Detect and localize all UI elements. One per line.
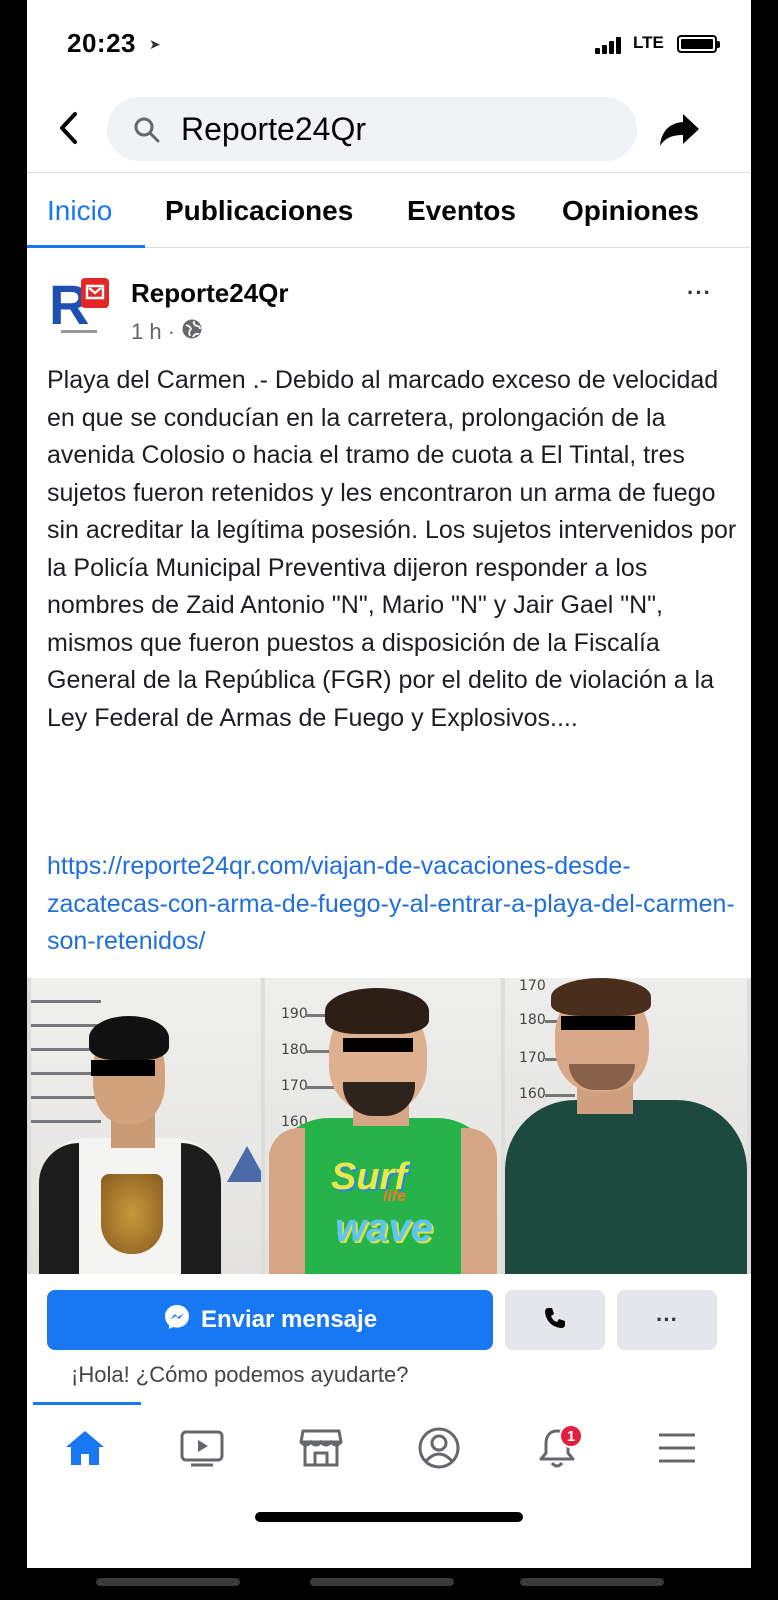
globe-icon [181, 318, 203, 346]
height-scale-label: 160 [519, 1086, 546, 1102]
height-scale-label: 190 [281, 1006, 308, 1022]
height-scale-label: 170 [519, 1050, 546, 1066]
tab-publicaciones[interactable]: Publicaciones [165, 195, 353, 227]
network-type: LTE [633, 33, 664, 52]
height-scale-label: 170 [519, 978, 546, 994]
call-button[interactable] [505, 1290, 605, 1350]
post-author[interactable]: Reporte24Qr [131, 278, 289, 309]
hamburger-menu-icon [657, 1430, 697, 1471]
height-scale-label: 180 [519, 1012, 546, 1028]
nav-menu[interactable] [647, 1420, 707, 1480]
eye-censor-bar [91, 1060, 155, 1076]
search-icon [133, 116, 161, 149]
nav-marketplace[interactable] [291, 1420, 351, 1480]
greeting-text: ¡Hola! ¿Cómo podemos ayudarte? [71, 1362, 409, 1387]
messenger-icon [163, 1303, 191, 1338]
post-body: Playa del Carmen .- Debido al marcado ex… [47, 366, 737, 732]
home-icon [63, 1428, 107, 1473]
nav-home[interactable] [55, 1420, 115, 1480]
shirt-print-life: life [383, 1188, 407, 1205]
eye-censor-bar [561, 1016, 635, 1030]
shirt-print-wave: wave [335, 1206, 433, 1250]
share-icon[interactable] [657, 110, 701, 155]
nav-notifications[interactable]: 1 [527, 1420, 587, 1480]
nav-watch[interactable] [172, 1420, 232, 1480]
screen-edge-bar [520, 1578, 664, 1586]
video-icon [179, 1428, 225, 1473]
status-time: 20:23 [67, 28, 136, 58]
mugshot-photo-2[interactable]: 190 180 170 160 Surf life wave [265, 978, 501, 1274]
active-tab-indicator [27, 245, 145, 248]
post-photo-collage[interactable]: 190 180 170 160 Surf life wave 170 180 1… [27, 978, 751, 1274]
active-nav-indicator [33, 1402, 141, 1405]
tab-inicio[interactable]: Inicio [47, 195, 112, 227]
battery-icon [677, 35, 720, 53]
home-indicator [255, 1512, 523, 1522]
screen-edge-bar [310, 1578, 454, 1586]
notification-badge: 1 [559, 1424, 583, 1448]
nav-profile[interactable] [409, 1420, 469, 1480]
height-scale-label: 180 [281, 1042, 308, 1058]
post-time: 1 h · [131, 319, 176, 344]
phone-screen: 20:23 ➤ LTE Reporte24Qr Inicio Publicaci… [27, 0, 751, 1568]
post-options-button[interactable]: ··· [687, 280, 712, 306]
tab-opiniones[interactable]: Opiniones [562, 195, 699, 227]
page-tabs: Inicio Publicaciones Eventos Opiniones [27, 172, 751, 248]
post-meta: 1 h · [131, 318, 203, 346]
location-arrow-icon: ➤ [149, 36, 161, 52]
screen-edge-bar [96, 1578, 240, 1586]
phone-icon [542, 1305, 568, 1336]
status-bar: 20:23 ➤ LTE [27, 0, 751, 88]
back-arrow-icon[interactable] [53, 108, 83, 148]
signal-icon [595, 36, 629, 54]
more-actions-button[interactable]: ··· [617, 1290, 717, 1350]
search-bar[interactable]: Reporte24Qr [107, 97, 637, 161]
mugshot-photo-3[interactable]: 170 180 170 160 [505, 978, 747, 1274]
profile-icon [417, 1426, 461, 1475]
bottom-nav: 1 [27, 1410, 751, 1490]
marketplace-icon [298, 1427, 344, 1474]
eye-censor-bar [343, 1038, 413, 1052]
page-avatar[interactable]: R [47, 272, 117, 342]
send-message-label: Enviar mensaje [200, 1306, 378, 1333]
send-message-button[interactable]: Enviar mensaje [47, 1290, 493, 1350]
height-scale-label: 170 [281, 1078, 308, 1094]
search-query: Reporte24Qr [181, 111, 366, 147]
mugshot-photo-1[interactable] [31, 978, 261, 1274]
post-link[interactable]: https://reporte24qr.com/viajan-de-vacaci… [47, 848, 737, 961]
tab-eventos[interactable]: Eventos [407, 195, 516, 227]
